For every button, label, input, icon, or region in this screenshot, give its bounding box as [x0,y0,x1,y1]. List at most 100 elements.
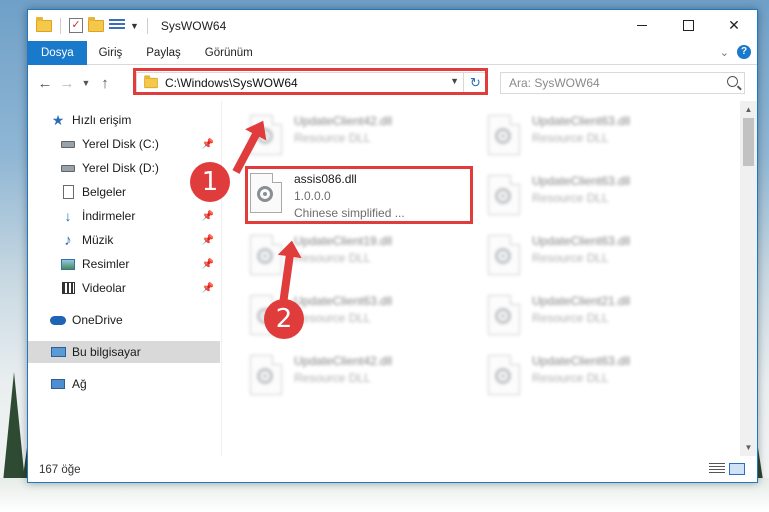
dll-file-icon [488,355,520,395]
sidebar-item-label: Belgeler [82,185,127,199]
sidebar-item-label: Yerel Disk (D:) [82,161,159,175]
cloud-icon [50,313,66,327]
ribbon-tabs: Dosya Giriş Paylaş Görünüm ⌄ ? [28,40,757,65]
pin-icon[interactable]: 📌 [202,259,214,270]
window-controls: ✕ [619,10,757,41]
file-item[interactable]: UpdateClient42.dll Resource DLL [250,113,488,173]
file-item[interactable]: UpdateClient63.dll Resource DLL [488,233,726,293]
file-description: Resource DLL [294,371,371,385]
tab-share[interactable]: Paylaş [134,41,193,65]
search-icon[interactable] [727,76,738,87]
maximize-button[interactable] [665,10,711,41]
scroll-up-icon[interactable]: ▲ [740,101,757,118]
sidebar-item-label: İndirmeler [82,209,136,223]
details-view-icon[interactable] [709,463,725,475]
search-placeholder: Ara: SysWOW64 [509,76,600,90]
file-name: UpdateClient21.dll [532,294,631,308]
pin-icon[interactable]: 📌 [202,139,214,150]
sidebar-item-label: Videolar [82,281,126,295]
sidebar-item-onedrive[interactable]: OneDrive [28,309,220,331]
dll-file-icon [250,235,282,275]
quick-access-toolbar: ✓ ▼ [36,16,151,34]
forward-arrow-icon[interactable]: → [56,75,78,92]
pin-icon[interactable]: 📌 [202,283,214,294]
file-description: Resource DLL [532,311,609,325]
file-description: Resource DLL [532,371,609,385]
sidebar-item-label: Bu bilgisayar [72,345,141,359]
file-name: UpdateClient63.dll [532,114,631,128]
dll-file-icon [488,115,520,155]
callout-badge-2: 2 [264,299,304,339]
computer-icon [50,345,66,359]
sidebar-item-local-disk-c[interactable]: Yerel Disk (C:) 📌 [28,133,220,155]
scroll-down-icon[interactable]: ▼ [740,439,757,456]
file-name: UpdateClient63.dll [532,234,631,248]
minimize-button[interactable] [619,10,665,41]
ribbon-right-controls: ⌄ ? [720,45,751,59]
title-bar: ✓ ▼ SysWOW64 ✕ [28,10,757,41]
document-icon [60,185,76,199]
properties-check-icon[interactable]: ✓ [69,18,83,33]
sidebar-item-label: Müzik [82,233,114,247]
file-list: UpdateClient42.dll Resource DLL UpdateCl… [222,101,740,456]
pin-icon[interactable]: 📌 [202,211,214,222]
file-description: Resource DLL [532,131,609,145]
sidebar-item-label: Ağ [72,377,87,391]
download-icon: ↓ [64,208,72,224]
new-folder-icon[interactable] [88,16,104,32]
sidebar-item-quick-access[interactable]: ★ Hızlı erişim [28,109,220,131]
recent-locations-icon[interactable]: ▼ [78,78,94,88]
expand-ribbon-icon[interactable]: ⌄ [720,46,729,59]
drive-icon [60,161,76,175]
file-name: UpdateClient42.dll [294,114,393,128]
sidebar-item-pictures[interactable]: Resimler 📌 [28,253,220,275]
sidebar-item-label: Resimler [82,257,130,271]
properties-icon[interactable] [109,18,125,33]
sidebar-item-network[interactable]: Ağ [28,373,220,395]
customize-dropdown-icon[interactable]: ▼ [130,21,139,31]
file-item[interactable]: UpdateClient63.dll Resource DLL [488,173,726,233]
tab-view[interactable]: Görünüm [193,41,265,65]
file-item[interactable]: UpdateClient21.dll Resource DLL [488,293,726,353]
drive-icon [60,137,76,151]
close-button[interactable]: ✕ [711,10,757,41]
vertical-scrollbar[interactable]: ▲ ▼ [740,101,757,456]
file-name: UpdateClient42.dll [294,354,393,368]
star-icon: ★ [51,111,65,128]
dll-file-icon [488,295,520,335]
video-icon [60,281,76,295]
sidebar-item-downloads[interactable]: ↓ İndirmeler 📌 [28,205,220,227]
picture-icon [60,257,76,271]
scroll-thumb[interactable] [743,118,754,166]
file-name: UpdateClient63.dll [532,354,631,368]
file-name: UpdateClient19.dll [294,234,393,248]
sidebar-item-music[interactable]: ♪ Müzik 📌 [28,229,220,251]
status-bar: 167 öğe [28,456,757,483]
sidebar-item-this-pc[interactable]: Bu bilgisayar [28,341,220,363]
toolbar-divider [146,17,148,34]
back-arrow-icon[interactable]: ← [34,75,56,92]
file-item[interactable]: UpdateClient63.dll Resource DLL [488,113,726,173]
dll-file-icon [488,235,520,275]
dll-file-icon [488,175,520,215]
search-input[interactable]: Ara: SysWOW64 [500,72,745,94]
file-item[interactable]: UpdateClient63.dll Resource DLL [488,353,726,413]
navigation-pane: ★ Hızlı erişim Yerel Disk (C:) 📌 Yerel D… [28,101,220,456]
sidebar-item-label: Yerel Disk (C:) [82,137,159,151]
callout-badge-1: 1 [190,162,230,202]
file-name: UpdateClient63.dll [532,174,631,188]
sidebar-item-videos[interactable]: Videolar 📌 [28,277,220,299]
help-icon[interactable]: ? [737,45,751,59]
tiles-view-icon[interactable] [729,463,745,475]
toolbar-divider [60,17,61,34]
file-description: Resource DLL [532,251,609,265]
file-name: UpdateClient63.dll [294,294,393,308]
pin-icon[interactable]: 📌 [202,235,214,246]
tab-file[interactable]: Dosya [28,40,87,65]
tab-home[interactable]: Giriş [87,41,135,65]
up-arrow-icon[interactable]: ↑ [94,75,116,92]
window-title: SysWOW64 [160,18,227,33]
address-highlight-box [133,68,488,95]
dll-file-icon [250,355,282,395]
file-item[interactable]: UpdateClient42.dll Resource DLL [250,353,488,413]
